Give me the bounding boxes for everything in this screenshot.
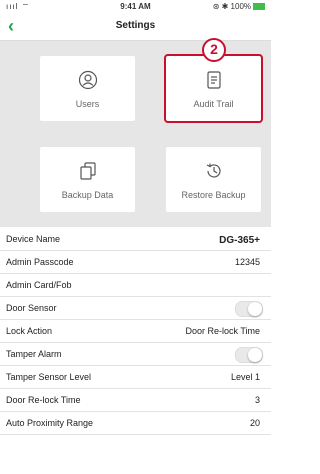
relock-time-value: 3 (254, 395, 260, 405)
phone-screen: ıııl ⌔ 9:41 AM ⊛ ✱ 100% ‹ Settings Users… (0, 0, 271, 474)
tamper-level-value: Level 1 (230, 372, 260, 382)
lock-action-value: Door Re-lock Time (185, 326, 260, 336)
auto-prox-label: Auto Proximity Range (6, 418, 94, 428)
backup-document-icon (40, 161, 135, 181)
door-sensor-toggle[interactable] (235, 301, 263, 317)
backup-data-tile[interactable]: Backup Data (40, 147, 135, 212)
document-list-icon (166, 70, 261, 90)
audit-trail-tile-label: Audit Trail (193, 99, 234, 109)
admin-passcode-row[interactable]: Admin Passcode 12345 (0, 251, 271, 274)
users-tile-label: Users (75, 99, 100, 109)
nav-bar: ‹ Settings (0, 14, 271, 41)
auto-prox-row[interactable]: Auto Proximity Range 20 (0, 412, 271, 435)
settings-tiles: Users Audit Trail Backup Data Restore Ba… (0, 41, 271, 227)
toggle-knob (248, 302, 262, 316)
toggle-knob (248, 348, 262, 362)
battery-text: ⊛ ✱ 100% (212, 2, 251, 11)
door-sensor-label: Door Sensor (6, 303, 57, 313)
backup-data-tile-label: Backup Data (61, 190, 114, 200)
relock-time-label: Door Re-lock Time (6, 395, 81, 405)
tamper-alarm-toggle[interactable] (235, 347, 263, 363)
auto-prox-value: 20 (249, 418, 260, 428)
tamper-alarm-label: Tamper Alarm (6, 349, 62, 359)
page-title: Settings (115, 20, 156, 31)
tamper-alarm-row: Tamper Alarm (0, 343, 271, 366)
device-name-row[interactable]: Device Name DG-365+ (0, 228, 271, 251)
battery-icon (253, 3, 265, 11)
admin-passcode-label: Admin Passcode (6, 257, 74, 267)
restore-backup-tile[interactable]: Restore Backup (166, 147, 261, 212)
lock-action-label: Lock Action (6, 326, 53, 336)
tamper-level-row[interactable]: Tamper Sensor Level Level 1 (0, 366, 271, 389)
users-tile[interactable]: Users (40, 56, 135, 121)
status-right: ⊛ ✱ 100% (213, 2, 265, 11)
admin-passcode-value: 12345 (234, 257, 260, 267)
history-clock-icon (166, 161, 261, 181)
relock-time-row[interactable]: Door Re-lock Time 3 (0, 389, 271, 412)
restore-backup-tile-label: Restore Backup (181, 190, 246, 200)
device-name-value: DG-365+ (219, 235, 260, 246)
step-annotation-badge: 2 (202, 38, 226, 62)
device-name-label: Device Name (6, 234, 61, 244)
settings-list: Device Name DG-365+ Admin Passcode 12345… (0, 228, 271, 435)
lock-action-row[interactable]: Lock Action Door Re-lock Time (0, 320, 271, 343)
audit-trail-tile[interactable]: Audit Trail (164, 54, 263, 123)
admin-card-label: Admin Card/Fob (6, 280, 72, 290)
admin-card-row[interactable]: Admin Card/Fob (0, 274, 271, 297)
user-icon (40, 70, 135, 90)
door-sensor-row: Door Sensor (0, 297, 271, 320)
tamper-level-label: Tamper Sensor Level (6, 372, 92, 382)
status-bar: ıııl ⌔ 9:41 AM ⊛ ✱ 100% (0, 0, 271, 14)
